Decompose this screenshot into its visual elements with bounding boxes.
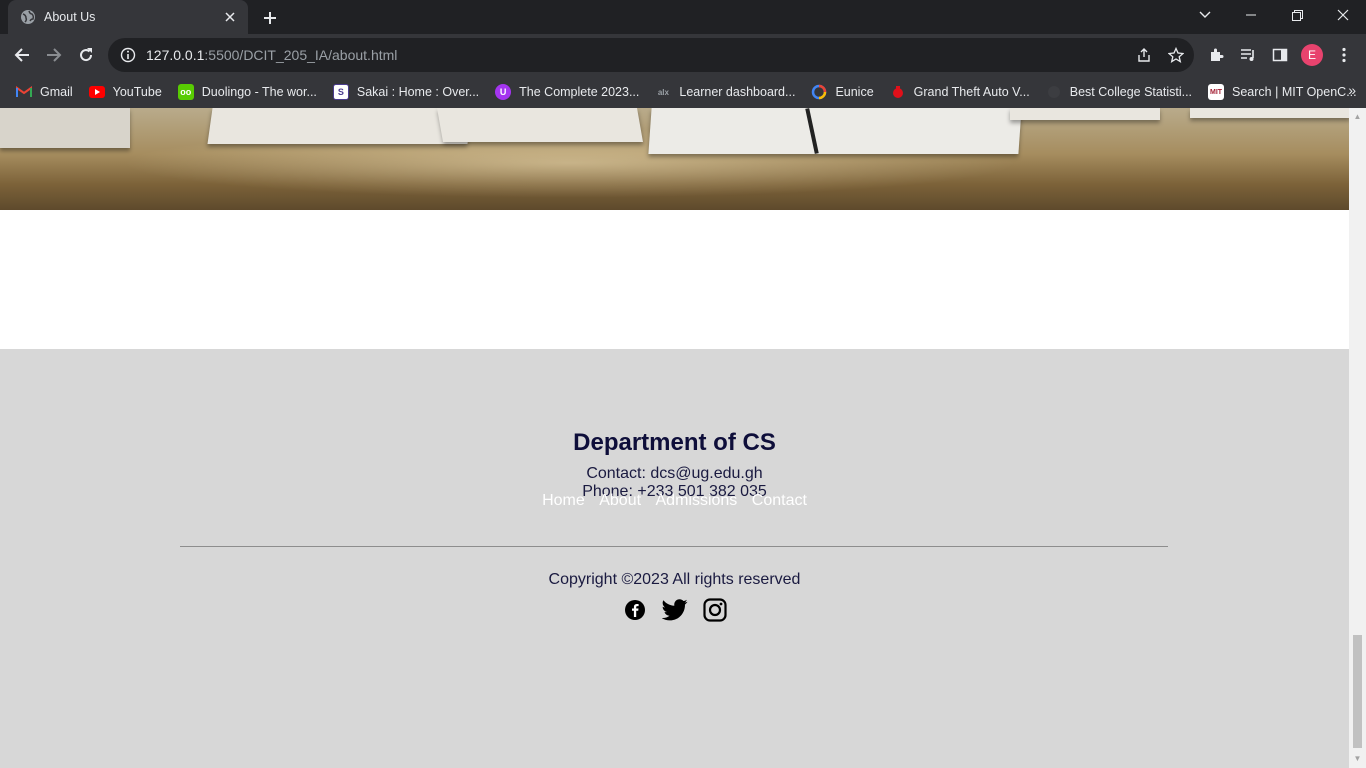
bookmark-label: YouTube — [112, 85, 162, 99]
url-path: :5500/DCIT_205_IA/about.html — [204, 47, 398, 63]
alx-icon: alx — [657, 87, 669, 97]
bookmark-label: Best College Statisti... — [1069, 85, 1193, 99]
bookmark-mit-ocw[interactable]: MIT Search | MIT OpenC... — [1200, 79, 1365, 105]
forward-button[interactable] — [38, 39, 70, 71]
bookmark-star-icon[interactable] — [1160, 38, 1192, 72]
scrollbar-thumb[interactable] — [1353, 635, 1362, 748]
eunice-icon — [811, 84, 827, 100]
bookmark-duolingo[interactable]: oo Duolingo - The wor... — [170, 79, 325, 105]
bookmark-label: Gmail — [40, 85, 73, 99]
forward-arrow-icon — [47, 48, 62, 62]
menu-kebab-icon[interactable] — [1328, 39, 1360, 71]
avatar: E — [1301, 44, 1323, 66]
page-scrollbar[interactable]: ▲ ▼ — [1349, 108, 1366, 768]
site-footer: Department of CS Contact: dcs@ug.edu.gh … — [0, 349, 1349, 768]
back-button[interactable] — [6, 39, 38, 71]
reload-button[interactable] — [70, 39, 102, 71]
bookmark-label: Learner dashboard... — [679, 85, 796, 99]
gta-icon — [890, 84, 906, 100]
minimize-icon[interactable] — [1228, 0, 1274, 30]
restore-icon[interactable] — [1274, 0, 1320, 30]
bookmark-udemy[interactable]: U The Complete 2023... — [487, 79, 647, 105]
sakai-icon: S — [332, 84, 349, 100]
gmail-icon — [16, 84, 32, 100]
more-bookmarks-chevron-icon[interactable]: » — [1348, 82, 1356, 98]
tab-title: About Us — [44, 10, 96, 24]
bookmark-eunice[interactable]: Eunice — [803, 79, 881, 105]
address-bar[interactable]: 127.0.0.1:5500/DCIT_205_IA/about.html — [108, 38, 1194, 72]
site-info-icon[interactable] — [120, 47, 136, 63]
facebook-icon[interactable] — [622, 597, 648, 623]
bookmark-label: Duolingo - The wor... — [201, 85, 317, 99]
duolingo-icon: oo — [177, 84, 194, 100]
social-links — [0, 597, 1349, 623]
footer-link-home[interactable]: Home — [542, 492, 585, 509]
copyright-text: Copyright ©2023 All rights reserved — [548, 571, 801, 588]
bookmark-label: Sakai : Home : Over... — [356, 85, 480, 99]
profile-button[interactable]: E — [1296, 39, 1328, 71]
bookmark-gmail[interactable]: Gmail — [8, 79, 81, 105]
footer-divider — [180, 546, 1168, 547]
bookmark-label: Grand Theft Auto V... — [913, 85, 1030, 99]
scroll-down-arrow-icon[interactable]: ▼ — [1353, 754, 1362, 763]
scroll-up-arrow-icon[interactable]: ▲ — [1353, 112, 1362, 121]
mit-ocw-icon: MIT — [1208, 84, 1225, 100]
twitter-icon[interactable] — [661, 597, 688, 623]
tab-search-chevron-icon[interactable] — [1182, 0, 1228, 30]
bookmark-sakai[interactable]: S Sakai : Home : Over... — [325, 79, 487, 105]
close-window-icon[interactable] — [1320, 0, 1366, 30]
blank-site-icon — [1046, 84, 1062, 100]
back-arrow-icon — [14, 48, 29, 62]
bookmark-best-college[interactable]: Best College Statisti... — [1038, 79, 1200, 105]
bookmark-youtube[interactable]: YouTube — [81, 79, 170, 105]
department-heading: Department of CS — [573, 429, 776, 456]
bookmark-label: Eunice — [835, 85, 874, 99]
url-text: 127.0.0.1:5500/DCIT_205_IA/about.html — [146, 47, 397, 63]
new-tab-button[interactable] — [258, 6, 282, 30]
hero-banner-image — [0, 108, 1349, 210]
contact-email: Contact: dcs@ug.edu.gh — [586, 465, 763, 482]
browser-toolbar: 127.0.0.1:5500/DCIT_205_IA/about.html E — [0, 34, 1366, 76]
close-tab-icon[interactable] — [222, 9, 238, 25]
bookmark-gta[interactable]: Grand Theft Auto V... — [882, 79, 1038, 105]
instagram-icon[interactable] — [702, 597, 728, 623]
footer-link-admissions[interactable]: Admissions — [656, 492, 738, 509]
reload-icon — [80, 48, 93, 62]
udemy-icon: U — [495, 84, 512, 100]
share-icon[interactable] — [1128, 38, 1160, 72]
tab-about-us[interactable]: About Us — [8, 0, 248, 34]
footer-link-about[interactable]: About — [599, 492, 641, 509]
extensions-icon[interactable] — [1200, 39, 1232, 71]
bookmark-label: Search | MIT OpenC... — [1232, 85, 1357, 99]
youtube-icon — [88, 86, 105, 98]
bookmark-alx[interactable]: alx Learner dashboard... — [647, 79, 803, 105]
bookmarks-bar: Gmail YouTube oo Duolingo - The wor... S… — [0, 76, 1366, 108]
bookmark-label: The Complete 2023... — [519, 85, 640, 99]
footer-link-contact[interactable]: Contact — [752, 492, 807, 509]
side-panel-icon[interactable] — [1264, 39, 1296, 71]
media-control-icon[interactable] — [1232, 39, 1264, 71]
footer-nav: Home About Admissions Contact — [0, 492, 1349, 510]
globe-icon — [20, 9, 36, 25]
tab-strip: About Us — [0, 0, 1366, 34]
page-viewport: Department of CS Contact: dcs@ug.edu.gh … — [0, 108, 1349, 768]
url-host: 127.0.0.1 — [146, 47, 205, 63]
